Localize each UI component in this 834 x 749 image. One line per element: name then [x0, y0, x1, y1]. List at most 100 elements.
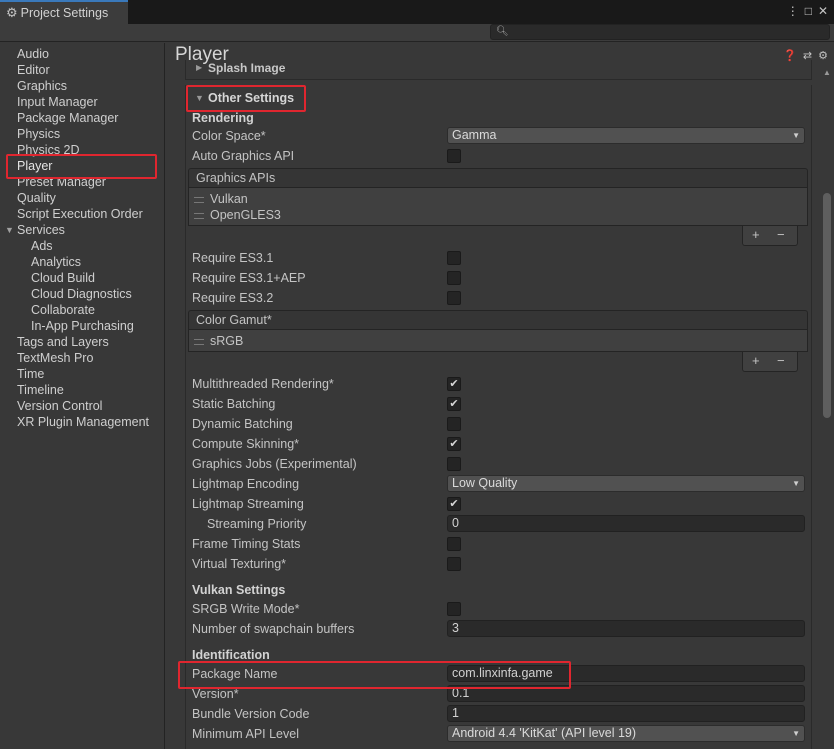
- graphics-apis-list: [188, 188, 808, 226]
- virtual-texturing-checkbox[interactable]: [447, 557, 461, 571]
- window-controls: ⋮ □ ✕: [787, 4, 828, 18]
- color-gamut-header: Color Gamut*: [188, 310, 808, 330]
- list-item[interactable]: OpenGLES3: [210, 207, 281, 223]
- multithreaded-rendering-label: Multithreaded Rendering*: [192, 377, 334, 391]
- gear-icon: ⚙: [6, 5, 18, 20]
- color-space-dropdown[interactable]: Gamma ▼: [447, 127, 805, 144]
- streaming-priority-label: Streaming Priority: [207, 517, 307, 531]
- package-name-field[interactable]: com.linxinfa.game: [447, 665, 805, 682]
- add-button[interactable]: +: [752, 227, 760, 242]
- remove-button[interactable]: −: [777, 353, 785, 368]
- drag-handle-icon[interactable]: [194, 213, 204, 219]
- require-es32-label: Require ES3.2: [192, 291, 274, 305]
- dynamic-batching-checkbox[interactable]: [447, 417, 461, 431]
- sidebar-item-time[interactable]: Time: [17, 366, 44, 382]
- lightmap-streaming-label: Lightmap Streaming: [192, 497, 304, 511]
- require-es31aep-label: Require ES3.1+AEP: [192, 271, 306, 285]
- sidebar-item-editor[interactable]: Editor: [17, 62, 50, 78]
- graphics-apis-footer: + −: [742, 226, 798, 246]
- sidebar-item-in-app-purchasing[interactable]: In-App Purchasing: [31, 318, 134, 334]
- sidebar-item-preset-manager[interactable]: Preset Manager: [17, 174, 106, 190]
- sidebar-item-physics[interactable]: Physics: [17, 126, 60, 142]
- require-es31aep-checkbox[interactable]: [447, 271, 461, 285]
- tab-title: Project Settings: [20, 6, 109, 20]
- color-space-value: Gamma: [452, 128, 497, 142]
- srgb-write-mode-label: SRGB Write Mode*: [192, 602, 300, 616]
- graphics-jobs-checkbox[interactable]: [447, 457, 461, 471]
- lightmap-encoding-dropdown[interactable]: Low Quality ▼: [447, 475, 805, 492]
- sidebar-item-package-manager[interactable]: Package Manager: [17, 110, 118, 126]
- sidebar-item-version-control[interactable]: Version Control: [17, 398, 102, 414]
- sidebar-item-player[interactable]: Player: [17, 158, 52, 174]
- close-icon[interactable]: ✕: [818, 4, 828, 18]
- sidebar-item-timeline[interactable]: Timeline: [17, 382, 64, 398]
- compute-skinning-label: Compute Skinning*: [192, 437, 300, 451]
- sidebar-item-script-execution-order[interactable]: Script Execution Order: [17, 206, 143, 222]
- sidebar-item-services[interactable]: Services: [17, 222, 65, 238]
- require-es31-checkbox[interactable]: [447, 251, 461, 265]
- minimum-api-level-value: Android 4.4 'KitKat' (API level 19): [452, 726, 637, 740]
- srgb-write-mode-checkbox[interactable]: [447, 602, 461, 616]
- add-button[interactable]: +: [752, 353, 760, 368]
- identification-header: Identification: [192, 648, 270, 662]
- minimum-api-level-label: Minimum API Level: [192, 727, 299, 741]
- swapchain-buffers-field[interactable]: 3: [447, 620, 805, 637]
- scrollbar-thumb[interactable]: [823, 193, 831, 418]
- chevron-down-icon: ▼: [792, 131, 800, 140]
- maximize-icon[interactable]: □: [805, 4, 812, 18]
- tab-project-settings[interactable]: ⚙ Project Settings: [0, 0, 128, 24]
- sidebar-item-cloud-build[interactable]: Cloud Build: [31, 270, 95, 286]
- sidebar-item-physics-2d[interactable]: Physics 2D: [17, 142, 80, 158]
- list-item[interactable]: Vulkan: [210, 191, 248, 207]
- minimum-api-level-dropdown[interactable]: Android 4.4 'KitKat' (API level 19) ▼: [447, 725, 805, 742]
- services-expand-icon[interactable]: ▼: [5, 222, 14, 238]
- package-name-label: Package Name: [192, 667, 278, 681]
- static-batching-checkbox[interactable]: ✔: [447, 397, 461, 411]
- sidebar-item-audio[interactable]: Audio: [17, 46, 49, 62]
- color-gamut-footer: + −: [742, 352, 798, 372]
- static-batching-label: Static Batching: [192, 397, 276, 411]
- auto-graphics-api-checkbox[interactable]: [447, 149, 461, 163]
- sidebar-item-input-manager[interactable]: Input Manager: [17, 94, 98, 110]
- color-gamut-list: [188, 330, 808, 352]
- drag-handle-icon[interactable]: [194, 339, 204, 345]
- bundle-version-code-label: Bundle Version Code: [192, 707, 310, 721]
- sidebar-item-graphics[interactable]: Graphics: [17, 78, 67, 94]
- sidebar-item-xr-plugin-management[interactable]: XR Plugin Management: [17, 414, 149, 430]
- require-es31-label: Require ES3.1: [192, 251, 274, 265]
- more-options-icon[interactable]: ⋮: [787, 4, 799, 18]
- lightmap-streaming-checkbox[interactable]: ✔: [447, 497, 461, 511]
- require-es32-checkbox[interactable]: [447, 291, 461, 305]
- multithreaded-rendering-checkbox[interactable]: ✔: [447, 377, 461, 391]
- remove-button[interactable]: −: [777, 227, 785, 242]
- splash-collapse-icon[interactable]: ▶: [196, 63, 202, 72]
- list-item[interactable]: sRGB: [210, 333, 243, 349]
- compute-skinning-checkbox[interactable]: ✔: [447, 437, 461, 451]
- other-settings-expand-icon[interactable]: ▼: [195, 90, 204, 106]
- virtual-texturing-label: Virtual Texturing*: [192, 557, 287, 571]
- sidebar-item-cloud-diagnostics[interactable]: Cloud Diagnostics: [31, 286, 132, 302]
- lightmap-encoding-label: Lightmap Encoding: [192, 477, 300, 491]
- lightmap-encoding-value: Low Quality: [452, 476, 518, 490]
- sidebar-item-tags-and-layers[interactable]: Tags and Layers: [17, 334, 109, 350]
- sidebar-item-analytics[interactable]: Analytics: [31, 254, 81, 270]
- dynamic-batching-label: Dynamic Batching: [192, 417, 293, 431]
- search-input[interactable]: 🔍︎: [490, 24, 830, 40]
- title-bar: ⚙ Project Settings ⋮ □ ✕: [0, 0, 834, 24]
- sidebar-item-collaborate[interactable]: Collaborate: [31, 302, 95, 318]
- sidebar-item-textmesh-pro[interactable]: TextMesh Pro: [17, 350, 93, 366]
- streaming-priority-field[interactable]: 0: [447, 515, 805, 532]
- search-icon: 🔍︎: [496, 26, 509, 37]
- scroll-up-icon[interactable]: ▲: [823, 68, 831, 77]
- drag-handle-icon[interactable]: [194, 197, 204, 203]
- sidebar-item-ads[interactable]: Ads: [31, 238, 53, 254]
- graphics-apis-header: Graphics APIs: [188, 168, 808, 188]
- frame-timing-stats-checkbox[interactable]: [447, 537, 461, 551]
- bundle-version-code-field[interactable]: 1: [447, 705, 805, 722]
- version-field[interactable]: 0.1: [447, 685, 805, 702]
- vulkan-settings-header: Vulkan Settings: [192, 583, 286, 597]
- swapchain-buffers-label: Number of swapchain buffers: [192, 622, 355, 636]
- sidebar-item-quality[interactable]: Quality: [17, 190, 56, 206]
- other-settings-header[interactable]: Other Settings: [208, 90, 294, 106]
- settings-icon[interactable]: ⚙: [818, 49, 828, 62]
